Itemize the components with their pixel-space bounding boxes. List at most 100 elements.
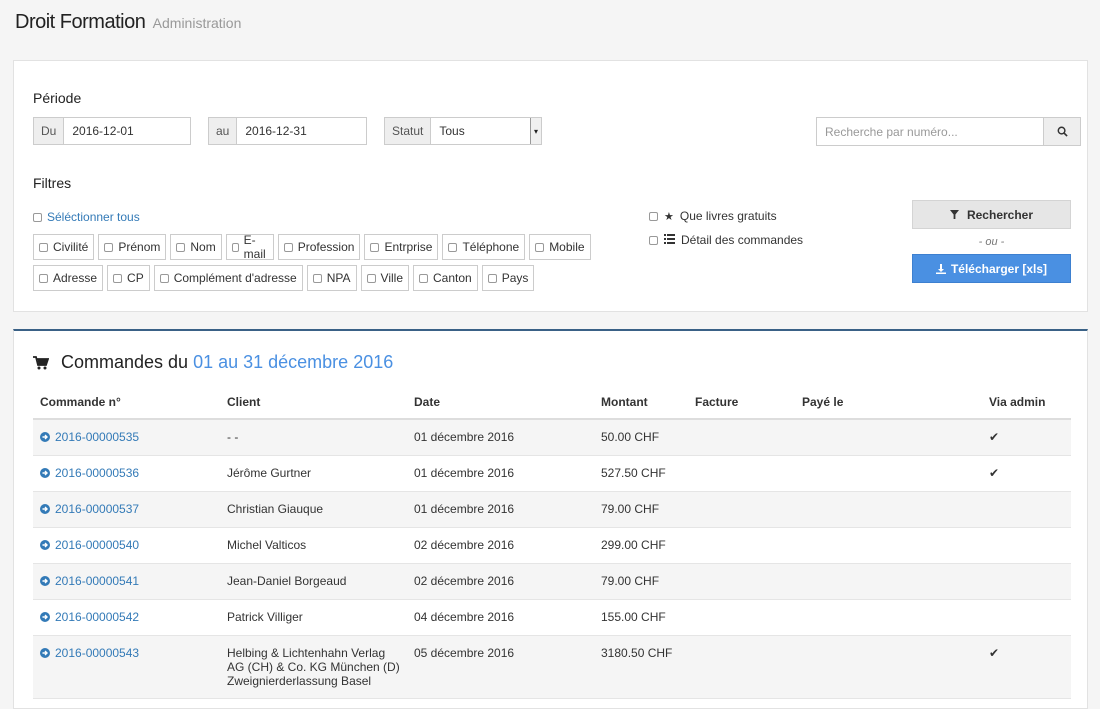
order-number-cell: 2016-00000536 <box>33 455 220 492</box>
checkbox-icon[interactable] <box>448 242 458 252</box>
page-header: Droit Formation Administration <box>15 11 241 34</box>
date-cell: 01 décembre 2016 <box>407 491 594 528</box>
option-order-details-label: Détail des commandes <box>681 233 804 247</box>
field-chip-email[interactable]: E-mail <box>225 233 274 261</box>
table-row: 2016-00000536 Jérôme Gurtner 01 décembre 2… <box>33 455 1071 492</box>
client-cell: Patrick Villiger <box>220 599 407 636</box>
field-chip-telephone[interactable]: Téléphone <box>442 234 526 260</box>
checkbox-icon[interactable] <box>366 273 376 283</box>
periode-label: Période <box>33 90 82 106</box>
list-icon <box>664 233 675 247</box>
order-number-cell: 2016-00000540 <box>33 527 220 564</box>
date-from-group: Du 2016-12-01 <box>33 117 191 145</box>
field-chip-canton[interactable]: Canton <box>413 265 478 291</box>
checkbox-icon[interactable] <box>312 273 322 283</box>
order-number[interactable]: 2016-00000543 <box>55 646 139 660</box>
field-chip-nom[interactable]: Nom <box>170 234 222 260</box>
date-from-input[interactable]: 2016-12-01 <box>64 118 141 144</box>
order-link[interactable]: 2016-00000535 <box>40 430 213 444</box>
select-arrows-icon[interactable]: ▾ <box>530 118 541 144</box>
amount-cell: 527.50 CHF <box>594 455 688 492</box>
amount-cell: 155.00 CHF <box>594 599 688 636</box>
field-chip-cp[interactable]: CP <box>107 265 150 291</box>
amount-cell: 79.00 CHF <box>594 563 688 600</box>
order-number-cell: 2016-00000537 <box>33 491 220 528</box>
select-all-checkbox[interactable]: Séléctionner tous <box>33 210 140 224</box>
order-link[interactable]: 2016-00000536 <box>40 466 213 480</box>
order-link[interactable]: 2016-00000541 <box>40 574 213 588</box>
checkbox-icon[interactable] <box>39 273 48 283</box>
client-cell: Michel Valticos <box>220 527 407 564</box>
download-xls-button[interactable]: Télécharger [xls] <box>912 254 1071 283</box>
field-chip-entreprise[interactable]: Entrprise <box>364 234 439 260</box>
checkbox-icon[interactable] <box>231 242 239 252</box>
table-row: 2016-00000541 Jean-Daniel Borgeaud 02 déce… <box>33 563 1071 600</box>
checkbox-icon[interactable] <box>649 235 658 245</box>
via-admin-check-icon <box>982 599 1071 636</box>
order-number-cell: 2016-00000542 <box>33 599 220 636</box>
field-chip-civilite[interactable]: Civilité <box>33 234 95 260</box>
field-chip-ville[interactable]: Ville <box>360 265 409 291</box>
order-number[interactable]: 2016-00000536 <box>55 466 139 480</box>
amount-cell: 3180.50 CHF <box>594 635 688 699</box>
checkbox-icon[interactable] <box>113 273 123 283</box>
status-select-group[interactable]: Statut Tous ▾ <box>384 117 542 145</box>
invoice-cell <box>688 419 795 456</box>
order-link[interactable]: 2016-00000540 <box>40 538 213 552</box>
table-row: 2016-00000542 Patrick Villiger 04 décembre… <box>33 599 1071 636</box>
order-number[interactable]: 2016-00000537 <box>55 502 139 516</box>
date-from-label: Du <box>34 118 65 144</box>
paid-on-cell <box>795 527 982 564</box>
invoice-cell <box>688 491 795 528</box>
status-select[interactable]: Tous <box>431 118 530 144</box>
order-number[interactable]: 2016-00000540 <box>55 538 139 552</box>
order-number[interactable]: 2016-00000541 <box>55 574 139 588</box>
checkbox-icon[interactable] <box>104 242 114 252</box>
option-free-books[interactable]: ★ Que livres gratuits <box>649 209 777 223</box>
checkbox-icon[interactable] <box>649 211 658 221</box>
invoice-cell <box>688 527 795 564</box>
search-button[interactable] <box>1043 117 1081 146</box>
checkbox-icon[interactable] <box>176 242 186 252</box>
field-chip-complement-adresse[interactable]: Complément d'adresse <box>153 265 303 291</box>
checkbox-icon[interactable] <box>487 273 497 283</box>
field-chip-prenom[interactable]: Prénom <box>98 234 167 260</box>
checkbox-icon[interactable] <box>33 213 42 222</box>
date-cell: 01 décembre 2016 <box>407 455 594 492</box>
table-row: 2016-00000537 Christian Giauque 01 décembr… <box>33 491 1071 528</box>
search-input[interactable]: Recherche par numéro... <box>816 117 1043 146</box>
via-admin-check-icon: ✔ <box>982 419 1071 456</box>
filtres-label: Filtres <box>33 175 72 191</box>
amount-cell: 79.00 CHF <box>594 491 688 528</box>
checkbox-icon[interactable] <box>370 242 380 252</box>
field-chip-profession[interactable]: Profession <box>277 234 361 260</box>
invoice-cell <box>688 563 795 600</box>
field-chip-adresse[interactable]: Adresse <box>33 265 104 291</box>
search-box: Recherche par numéro... <box>816 117 1081 146</box>
date-to-input[interactable]: 2016-12-31 <box>237 118 314 144</box>
order-number[interactable]: 2016-00000535 <box>55 430 139 444</box>
checkbox-icon[interactable] <box>535 242 545 252</box>
circle-arrow-right-icon <box>40 504 50 514</box>
order-link[interactable]: 2016-00000543 <box>40 646 213 660</box>
checkbox-icon[interactable] <box>159 273 169 283</box>
field-chip-pays[interactable]: Pays <box>481 265 535 291</box>
col-invoice: Facture <box>688 385 795 420</box>
checkbox-icon[interactable] <box>419 273 428 283</box>
order-number[interactable]: 2016-00000542 <box>55 610 139 624</box>
via-admin-check-icon: ✔ <box>982 455 1071 492</box>
checkbox-icon[interactable] <box>39 242 48 252</box>
option-order-details[interactable]: Détail des commandes <box>649 233 803 247</box>
search-submit-button[interactable]: Rechercher <box>912 200 1071 229</box>
order-link[interactable]: 2016-00000542 <box>40 610 213 624</box>
select-all-label[interactable]: Séléctionner tous <box>47 210 140 224</box>
paid-on-cell <box>795 635 982 699</box>
date-cell: 04 décembre 2016 <box>407 599 594 636</box>
field-chip-npa[interactable]: NPA <box>306 265 357 291</box>
order-number-cell: 2016-00000535 <box>33 419 220 456</box>
field-chip-mobile[interactable]: Mobile <box>529 234 591 260</box>
order-link[interactable]: 2016-00000537 <box>40 502 213 516</box>
checkbox-icon[interactable] <box>283 242 293 252</box>
paid-on-cell <box>795 419 982 456</box>
date-to-label: au <box>209 118 238 144</box>
